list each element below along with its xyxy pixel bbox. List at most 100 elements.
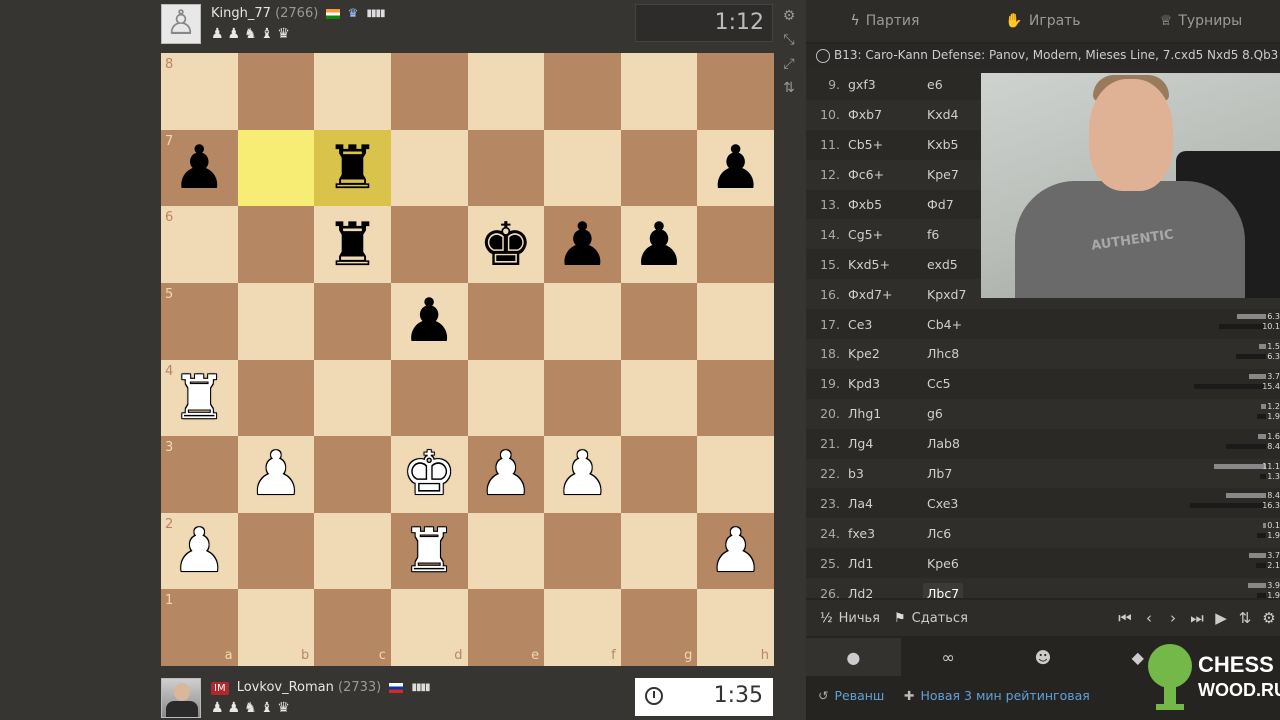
- white-move[interactable]: Лg4: [848, 436, 873, 451]
- white-move[interactable]: Cg5+: [848, 227, 883, 242]
- white-move[interactable]: Cb5+: [848, 137, 883, 152]
- white-pawn-icon[interactable]: ♟: [479, 444, 533, 504]
- square-a5[interactable]: 5: [161, 282, 238, 360]
- square-a1[interactable]: 1a: [161, 589, 238, 666]
- flip-icon[interactable]: ⇅: [1236, 609, 1254, 627]
- black-move[interactable]: Kxd4: [927, 107, 958, 122]
- square-d1[interactable]: d: [390, 589, 468, 666]
- square-b8[interactable]: [237, 53, 315, 130]
- new-game-button[interactable]: ✚ Новая 3 мин рейтинговая: [904, 688, 1090, 703]
- tab-spectate[interactable]: ∞: [901, 638, 996, 676]
- square-f5[interactable]: [544, 282, 621, 360]
- black-move[interactable]: Лbc7: [923, 582, 964, 598]
- square-a4[interactable]: 4 ♜: [161, 359, 238, 437]
- black-move[interactable]: f6: [927, 227, 939, 242]
- white-move[interactable]: Ce3: [848, 317, 872, 332]
- square-d4[interactable]: [390, 359, 468, 437]
- top-player-name[interactable]: Kingh_77: [211, 6, 271, 21]
- square-c3[interactable]: [314, 436, 391, 513]
- square-a6[interactable]: 6: [161, 206, 238, 283]
- play-icon[interactable]: ▶: [1212, 609, 1230, 627]
- black-rook-icon[interactable]: ♜: [326, 138, 380, 198]
- expand-icon[interactable]: ⤢: [778, 52, 800, 76]
- square-d8[interactable]: [390, 53, 468, 130]
- white-move[interactable]: Фc6+: [848, 167, 884, 182]
- black-move[interactable]: Лab8: [927, 436, 960, 451]
- chess-board[interactable]: 8 7 ♟ ♜ ♟ 6 ♜ ♚ ♟ ♟ 5 ♟ 4 ♜ 3 ♟ ♚ ♟ ♟ 2 ♟ ♜ ♟ 1 a b c d e f g h: [161, 53, 774, 666]
- square-f3[interactable]: ♟: [544, 436, 621, 513]
- black-rook-icon[interactable]: ♜: [326, 215, 380, 275]
- first-move-icon[interactable]: ⏮: [1116, 609, 1134, 627]
- square-h5[interactable]: [697, 282, 774, 360]
- square-a3[interactable]: 3: [161, 436, 238, 513]
- square-h8[interactable]: [697, 53, 774, 130]
- square-e4[interactable]: [467, 359, 545, 437]
- square-g2[interactable]: [620, 512, 698, 590]
- black-move[interactable]: Лhc8: [927, 346, 959, 361]
- square-h4[interactable]: [697, 359, 774, 437]
- tab-tournaments[interactable]: ♕ Турниры: [1122, 0, 1280, 42]
- square-b5[interactable]: [237, 282, 315, 360]
- black-move[interactable]: Cc5: [927, 376, 951, 391]
- black-pawn-icon[interactable]: ♟: [632, 215, 686, 275]
- square-e5[interactable]: [467, 282, 545, 360]
- black-move[interactable]: e6: [927, 77, 943, 92]
- white-move[interactable]: b3: [848, 466, 864, 481]
- tab-chat[interactable]: ●: [806, 638, 901, 676]
- white-rook-icon[interactable]: ♜: [402, 521, 456, 581]
- black-pawn-icon[interactable]: ♟: [556, 215, 610, 275]
- white-move[interactable]: Лd1: [848, 556, 873, 571]
- square-d7[interactable]: [390, 129, 468, 207]
- white-pawn-icon[interactable]: ♟: [249, 444, 303, 504]
- square-f4[interactable]: [544, 359, 621, 437]
- square-b1[interactable]: b: [237, 589, 315, 666]
- white-move[interactable]: Фxb5: [848, 197, 882, 212]
- square-c4[interactable]: [314, 359, 391, 437]
- tab-game[interactable]: ϟ Партия: [806, 0, 964, 42]
- square-e7[interactable]: [467, 129, 545, 207]
- white-move[interactable]: Фxd7+: [848, 287, 893, 302]
- square-h2[interactable]: ♟: [697, 512, 774, 590]
- black-move[interactable]: Лc6: [927, 526, 951, 541]
- square-b6[interactable]: [237, 206, 315, 283]
- last-move-icon[interactable]: ⏭: [1188, 609, 1206, 627]
- square-b4[interactable]: [237, 359, 315, 437]
- white-pawn-icon[interactable]: ♟: [556, 444, 610, 504]
- square-h3[interactable]: [697, 436, 774, 513]
- square-b7[interactable]: [237, 129, 315, 207]
- square-b3[interactable]: ♟: [237, 436, 315, 513]
- top-player-avatar[interactable]: ♙: [161, 4, 201, 44]
- resign-button[interactable]: ⚑ Сдаться: [894, 611, 968, 626]
- black-pawn-icon[interactable]: ♟: [172, 138, 226, 198]
- settings-icon[interactable]: ⚙: [1260, 609, 1278, 627]
- rematch-button[interactable]: ↺ Реванш: [818, 688, 884, 703]
- bottom-player-name[interactable]: Lovkov_Roman: [237, 680, 334, 695]
- square-e6[interactable]: ♚: [467, 206, 545, 283]
- next-move-icon[interactable]: ›: [1164, 609, 1182, 627]
- square-h1[interactable]: h: [697, 589, 774, 666]
- square-c6[interactable]: ♜: [314, 206, 391, 283]
- collapse-icon[interactable]: ⤡: [778, 28, 800, 52]
- draw-button[interactable]: ½ Ничья: [820, 611, 880, 626]
- square-a8[interactable]: 8: [161, 53, 238, 130]
- white-move[interactable]: Kpe2: [848, 346, 880, 361]
- white-move[interactable]: Лa4: [848, 496, 873, 511]
- square-e8[interactable]: [467, 53, 545, 130]
- black-move[interactable]: Лb7: [927, 466, 952, 481]
- black-move[interactable]: Kpe6: [927, 556, 959, 571]
- black-move[interactable]: Kxb5: [927, 137, 958, 152]
- black-move[interactable]: Фd7: [927, 197, 954, 212]
- black-pawn-icon[interactable]: ♟: [402, 291, 456, 351]
- black-king-icon[interactable]: ♚: [479, 215, 533, 275]
- gear-icon[interactable]: ⚙: [778, 4, 800, 28]
- square-a2[interactable]: 2 ♟: [161, 512, 238, 590]
- tab-players[interactable]: ☻: [996, 638, 1091, 676]
- square-e2[interactable]: [467, 512, 545, 590]
- opening-name[interactable]: B13: Caro-Kann Defense: Panov, Modern, M…: [806, 44, 1280, 70]
- square-g1[interactable]: g: [620, 589, 698, 666]
- flip-board-icon[interactable]: ⇅: [778, 76, 800, 100]
- white-pawn-icon[interactable]: ♟: [172, 521, 226, 581]
- square-e3[interactable]: ♟: [467, 436, 545, 513]
- square-c1[interactable]: c: [314, 589, 391, 666]
- square-d5[interactable]: ♟: [390, 282, 468, 360]
